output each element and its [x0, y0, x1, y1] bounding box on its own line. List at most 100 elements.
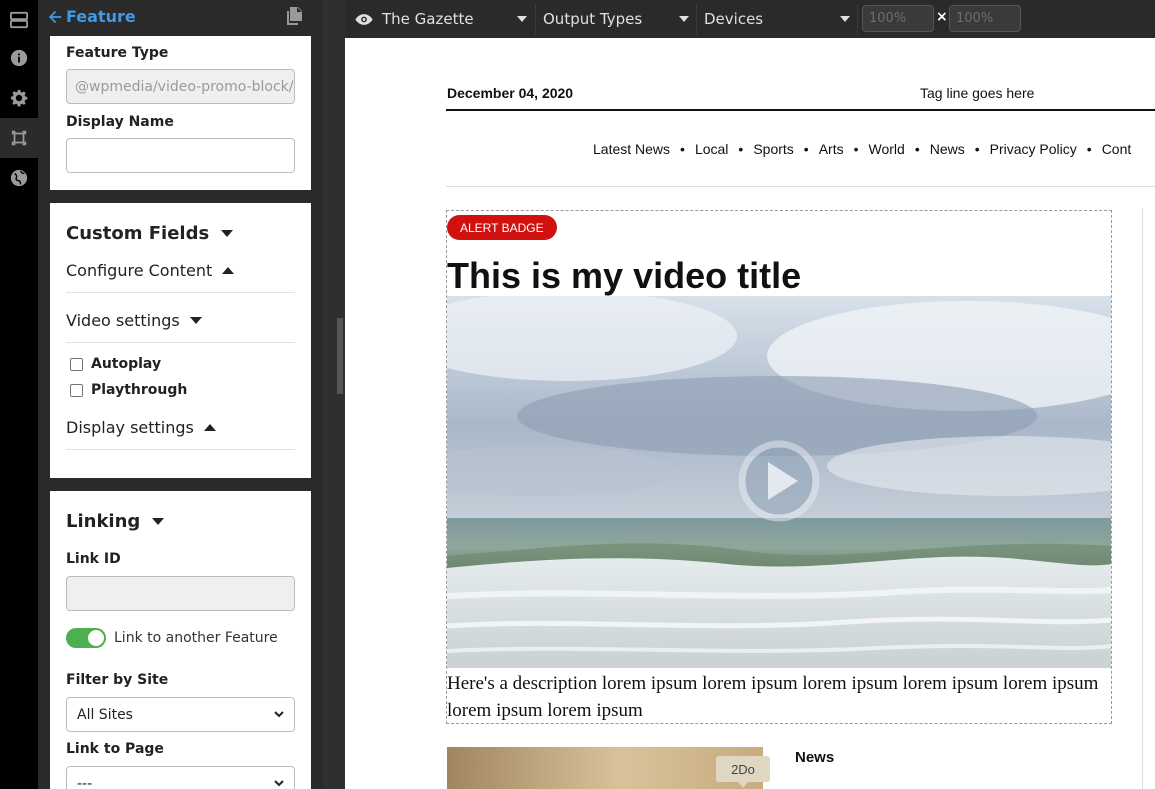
eye-icon [355, 13, 373, 25]
nav-separator: • [853, 141, 859, 157]
nav-link[interactable]: News [930, 141, 965, 157]
editor-header: Feature [38, 0, 323, 36]
custom-fields-toggle[interactable]: Custom Fields [66, 223, 234, 244]
configure-content-toggle[interactable]: Configure Content [66, 261, 235, 280]
link-id-label: Link ID [66, 551, 121, 567]
chevron-down-icon [274, 710, 284, 717]
preview-toolbar: The Gazette Output Types Devices 100% × … [345, 0, 1155, 38]
chevron-down-icon [274, 779, 284, 786]
video-settings-toggle[interactable]: Video settings [66, 311, 202, 330]
divider [535, 4, 536, 34]
nav-link[interactable]: World [869, 141, 905, 157]
info-icon[interactable] [0, 38, 38, 78]
divider [696, 4, 697, 34]
linking-card: Linking Link ID Link to another Feature … [50, 491, 311, 789]
copy-icon[interactable] [286, 7, 304, 27]
filter-by-site-select[interactable]: All Sites [66, 697, 295, 732]
height-input[interactable]: 100% [949, 5, 1021, 32]
globe-icon[interactable] [0, 158, 38, 198]
divider [66, 292, 295, 293]
play-icon[interactable] [738, 440, 820, 522]
panel-splitter[interactable] [323, 0, 345, 789]
width-input[interactable]: 100% [862, 5, 934, 32]
link-to-page-value: --- [77, 775, 93, 789]
video-description: Here's a description lorem ipsum lorem i… [447, 673, 1099, 721]
video-title: This is my video title [447, 255, 802, 296]
display-settings-label: Display settings [66, 418, 194, 437]
back-label: Feature [66, 7, 136, 26]
news-section-label: News [795, 749, 835, 766]
nav-separator: • [803, 141, 809, 157]
arrow-left-icon [48, 10, 62, 23]
output-types-label: Output Types [543, 10, 643, 28]
gear-icon[interactable] [0, 78, 38, 118]
caret-down-icon [152, 518, 165, 525]
nav-separator: • [680, 141, 685, 157]
masthead-rule [446, 109, 1155, 111]
filter-by-site-label: Filter by Site [66, 672, 169, 688]
devices-dropdown[interactable]: Devices [704, 0, 854, 38]
link-feature-toggle[interactable] [66, 628, 106, 648]
icon-rail [0, 0, 38, 789]
site-dropdown[interactable]: The Gazette [355, 0, 531, 38]
playthrough-checkbox-row[interactable]: Playthrough [70, 382, 187, 398]
nav-link[interactable]: Latest News [593, 141, 670, 157]
nav-link[interactable]: Sports [753, 141, 793, 157]
splitter-handle[interactable] [337, 318, 343, 394]
feature-type-input: @wpmedia/video-promo-block/v [66, 69, 295, 104]
site-navigation: Latest News • Local • Sports • Arts • World • News… [593, 141, 1131, 157]
playthrough-checkbox[interactable] [70, 383, 83, 397]
caret-down-icon [189, 317, 202, 324]
link-to-page-label: Link to Page [66, 741, 164, 757]
custom-fields-title: Custom Fields [66, 223, 210, 244]
caret-down-icon [840, 16, 850, 22]
video-settings-label: Video settings [66, 311, 180, 330]
video-player[interactable] [447, 296, 1111, 668]
configure-content-label: Configure Content [66, 261, 213, 280]
caret-down-icon [679, 16, 689, 22]
masthead-date: December 04, 2020 [447, 85, 574, 101]
autoplay-checkbox[interactable] [70, 357, 83, 371]
masthead-tagline: Tag line goes here [920, 85, 1035, 101]
alert-badge: ALERT BADGE [447, 215, 557, 240]
caret-up-icon [203, 424, 216, 431]
caret-up-icon [222, 267, 235, 274]
link-to-page-select[interactable]: --- [66, 766, 295, 789]
nav-separator: • [974, 141, 980, 157]
link-feature-label: Link to another Feature [114, 630, 278, 646]
caret-down-icon [221, 230, 234, 237]
divider [66, 449, 295, 450]
nav-link[interactable]: Arts [819, 141, 844, 157]
autoplay-label: Autoplay [91, 356, 162, 372]
tooltip: 2Do [716, 756, 770, 788]
nav-separator: • [1086, 141, 1092, 157]
site-label: The Gazette [382, 10, 474, 28]
nav-link[interactable]: Privacy Policy [990, 141, 1077, 157]
link-id-input[interactable] [66, 576, 295, 611]
nav-link[interactable]: Cont [1102, 141, 1132, 157]
display-name-input[interactable] [66, 138, 295, 173]
autoplay-checkbox-row[interactable]: Autoplay [70, 356, 161, 372]
display-settings-toggle[interactable]: Display settings [66, 418, 216, 437]
filter-by-site-value: All Sites [77, 706, 133, 723]
layout-icon[interactable] [0, 0, 38, 40]
back-to-feature-link[interactable]: Feature [48, 7, 136, 26]
preview-canvas: December 04, 2020 Tag line goes here Lat… [345, 38, 1155, 789]
link-feature-toggle-row[interactable]: Link to another Feature [66, 628, 278, 648]
nav-separator: • [738, 141, 744, 157]
playthrough-label: Playthrough [91, 382, 188, 398]
feature-frame-icon[interactable] [0, 118, 38, 158]
times-icon: × [936, 9, 948, 25]
output-types-dropdown[interactable]: Output Types [543, 0, 693, 38]
feature-editor-panel: Feature Feature Type @wpmedia/video-prom… [38, 0, 323, 789]
custom-fields-card: Custom Fields Configure Content Video se… [50, 203, 311, 478]
nav-rule [446, 186, 1155, 187]
devices-label: Devices [704, 10, 764, 28]
divider [66, 342, 295, 343]
feature-card: Feature Type @wpmedia/video-promo-block/… [50, 36, 311, 190]
linking-toggle[interactable]: Linking [66, 511, 165, 532]
nav-separator: • [914, 141, 920, 157]
divider [857, 4, 858, 34]
nav-link[interactable]: Local [695, 141, 728, 157]
feature-type-label: Feature Type [66, 45, 169, 61]
